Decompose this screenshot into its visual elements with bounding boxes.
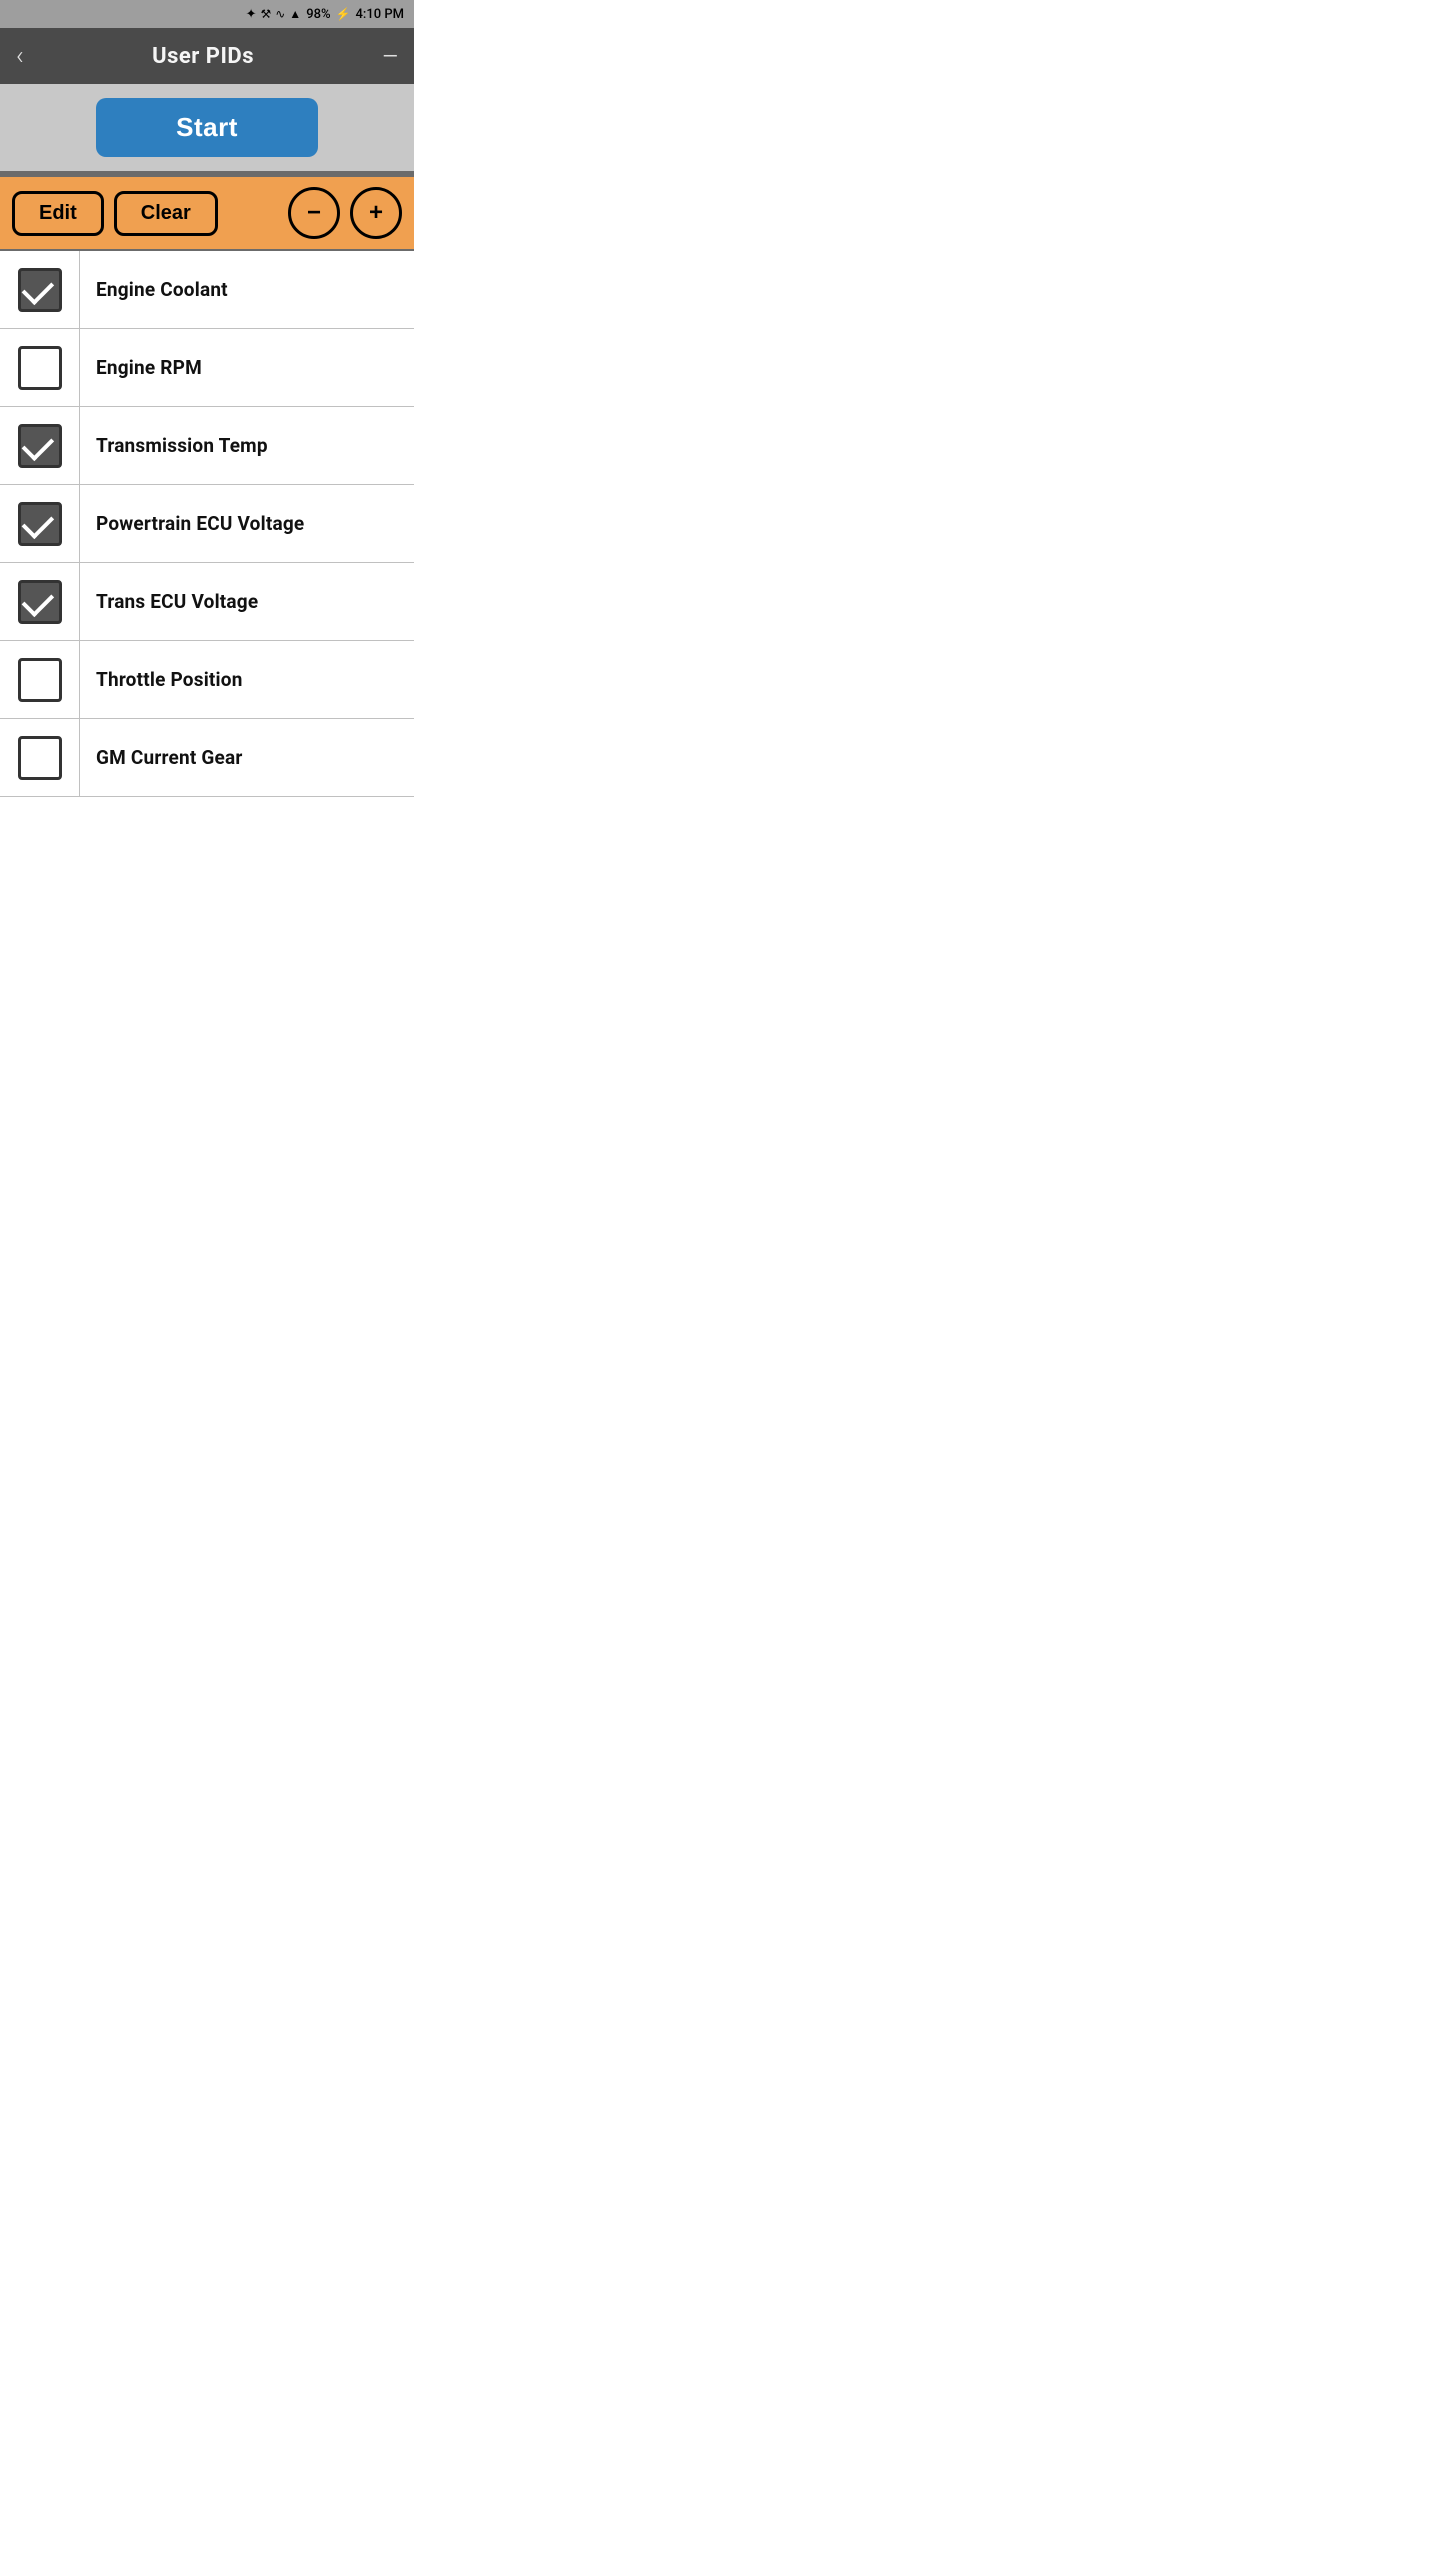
pid-label: Engine Coolant	[80, 278, 244, 301]
checkbox-icon[interactable]	[18, 658, 62, 702]
header: ‹ User PIDs —	[0, 28, 414, 84]
page-title: User PIDs	[152, 44, 254, 69]
pid-label: Trans ECU Voltage	[80, 590, 274, 613]
list-item[interactable]: Transmission Temp	[0, 407, 414, 485]
checkbox-cell	[0, 485, 80, 562]
list-item[interactable]: Trans ECU Voltage	[0, 563, 414, 641]
checkbox-icon[interactable]	[18, 346, 62, 390]
status-icons: ✦ ⚒ ∿ ▲	[246, 7, 302, 22]
checkbox-cell	[0, 251, 80, 328]
pid-label: Throttle Position	[80, 668, 259, 691]
checkbox-cell	[0, 563, 80, 640]
edit-button[interactable]: Edit	[12, 191, 104, 236]
checkbox-icon[interactable]	[18, 268, 62, 312]
checkbox-icon[interactable]	[18, 736, 62, 780]
list-item[interactable]: Engine Coolant	[0, 251, 414, 329]
checkbox-cell	[0, 719, 80, 796]
checkbox-icon[interactable]	[18, 424, 62, 468]
list-item[interactable]: Throttle Position	[0, 641, 414, 719]
charging-icon: ⚡	[336, 7, 351, 21]
back-button[interactable]: ‹	[16, 43, 24, 69]
battery-level: 98%	[306, 7, 330, 22]
pid-label: GM Current Gear	[80, 746, 259, 769]
menu-button[interactable]: —	[382, 46, 398, 66]
list-item[interactable]: Powertrain ECU Voltage	[0, 485, 414, 563]
start-area: Start	[0, 84, 414, 171]
alarm-icon: ⚒	[260, 7, 271, 21]
signal-icon: ▲	[289, 7, 301, 21]
list-item[interactable]: GM Current Gear	[0, 719, 414, 797]
list-item[interactable]: Engine RPM	[0, 329, 414, 407]
wifi-icon: ∿	[275, 7, 285, 21]
pid-label: Powertrain ECU Voltage	[80, 512, 320, 535]
pid-label: Transmission Temp	[80, 434, 284, 457]
clock: 4:10 PM	[356, 7, 405, 22]
checkbox-icon[interactable]	[18, 580, 62, 624]
checkbox-icon[interactable]	[18, 502, 62, 546]
pid-label: Engine RPM	[80, 356, 218, 379]
start-button[interactable]: Start	[96, 98, 318, 157]
checkbox-cell	[0, 407, 80, 484]
checkbox-cell	[0, 329, 80, 406]
bottom-area	[0, 797, 414, 917]
status-bar: ✦ ⚒ ∿ ▲ 98% ⚡ 4:10 PM	[0, 0, 414, 28]
bluetooth-icon: ✦	[246, 7, 257, 22]
plus-button[interactable]: +	[350, 187, 402, 239]
toolbar: Edit Clear − +	[0, 177, 414, 251]
minus-button[interactable]: −	[288, 187, 340, 239]
pid-list: Engine Coolant Engine RPM Transmission Tem…	[0, 251, 414, 797]
checkbox-cell	[0, 641, 80, 718]
clear-button[interactable]: Clear	[114, 191, 218, 236]
